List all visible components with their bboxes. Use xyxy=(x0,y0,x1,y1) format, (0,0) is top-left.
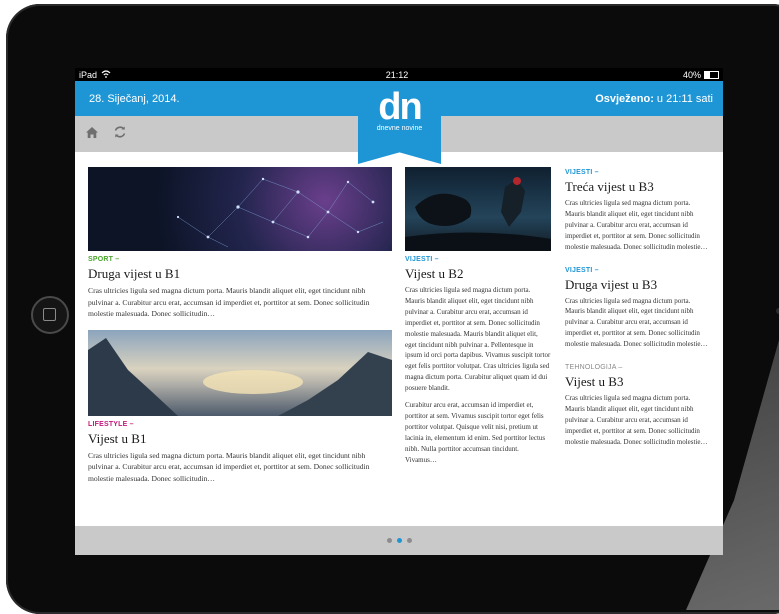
article-2-body: Cras ultricies ligula sed magna dictum p… xyxy=(88,450,370,483)
article-4-category[interactable]: VIJESTI – xyxy=(565,169,711,176)
page-dot-1[interactable] xyxy=(386,538,392,543)
logo-subtitle: dnevne novine xyxy=(376,125,423,132)
column-2: VIJESTI – Vijest u B2 Cras ultricies lig… xyxy=(405,167,551,466)
article-image-creature[interactable] xyxy=(405,167,551,251)
article-1-title[interactable]: Druga vijest u B1 xyxy=(88,266,392,282)
article-2-title[interactable]: Vijest u B1 xyxy=(88,431,392,447)
article-image-network[interactable] xyxy=(88,167,392,251)
battery-percent: 40% xyxy=(682,69,701,80)
header-date: 28. Siječanj, 2014. xyxy=(89,92,180,105)
column-3: VIJESTI – Treća vijest u B3 Cras ultrici… xyxy=(565,167,711,448)
page-dot-2-active[interactable] xyxy=(396,538,402,543)
logo-mark: dn xyxy=(378,86,422,128)
article-5-category[interactable]: VIJESTI – xyxy=(565,267,711,274)
refresh-icon[interactable] xyxy=(113,125,127,143)
article-2-category[interactable]: LIFESTYLE – xyxy=(88,421,392,428)
wifi-icon xyxy=(101,69,111,80)
app-screen: iPad 21:12 40% 28. Siječanj, 2014. Osvje… xyxy=(75,68,723,555)
column-1: SPORT – Druga vijest u B1 Cras ultricies… xyxy=(88,167,392,484)
article-5-body: Cras ultricies ligula sed magna dictum p… xyxy=(565,296,708,349)
article-image-mountains[interactable] xyxy=(88,329,392,416)
dn-logo[interactable]: dn dnevne novine xyxy=(358,81,441,164)
article-5-title[interactable]: Druga vijest u B3 xyxy=(565,277,711,293)
home-icon[interactable] xyxy=(85,125,99,143)
article-6-category[interactable]: TEHNOLOGIJA – xyxy=(565,364,711,371)
home-square-icon xyxy=(43,308,56,321)
article-1-category[interactable]: SPORT – xyxy=(88,256,392,263)
article-6-title[interactable]: Vijest u B3 xyxy=(565,374,711,390)
battery-icon xyxy=(704,70,719,79)
article-3-body-continued: Curabitur arcu erat, accumsan id imperdi… xyxy=(405,401,546,464)
refresh-time: u 21:11 sati xyxy=(653,92,713,105)
refresh-label: Osvježeno: xyxy=(595,92,654,105)
article-4-body: Cras ultricies ligula sed magna dictum p… xyxy=(565,199,708,251)
article-3-category[interactable]: VIJESTI – xyxy=(405,256,551,263)
refresh-status: Osvježeno: u 21:11 sati xyxy=(595,93,713,105)
article-4-title[interactable]: Treća vijest u B3 xyxy=(565,179,711,195)
page-indicator xyxy=(75,526,723,555)
status-bar: iPad 21:12 40% xyxy=(75,68,723,81)
article-3-title[interactable]: Vijest u B2 xyxy=(405,266,551,282)
status-time: 21:12 xyxy=(385,69,409,80)
article-6-body: Cras ultricies ligula sed magna dictum p… xyxy=(565,394,708,446)
article-grid: SPORT – Druga vijest u B1 Cras ultricies… xyxy=(75,152,723,526)
article-1-body: Cras ultricies ligula sed magna dictum p… xyxy=(88,286,370,318)
article-3-body: Cras ultricies ligula sed magna dictum p… xyxy=(405,286,551,393)
page-dot-3[interactable] xyxy=(406,538,412,543)
device-name: iPad xyxy=(79,69,98,80)
home-hardware-button[interactable] xyxy=(31,296,69,334)
